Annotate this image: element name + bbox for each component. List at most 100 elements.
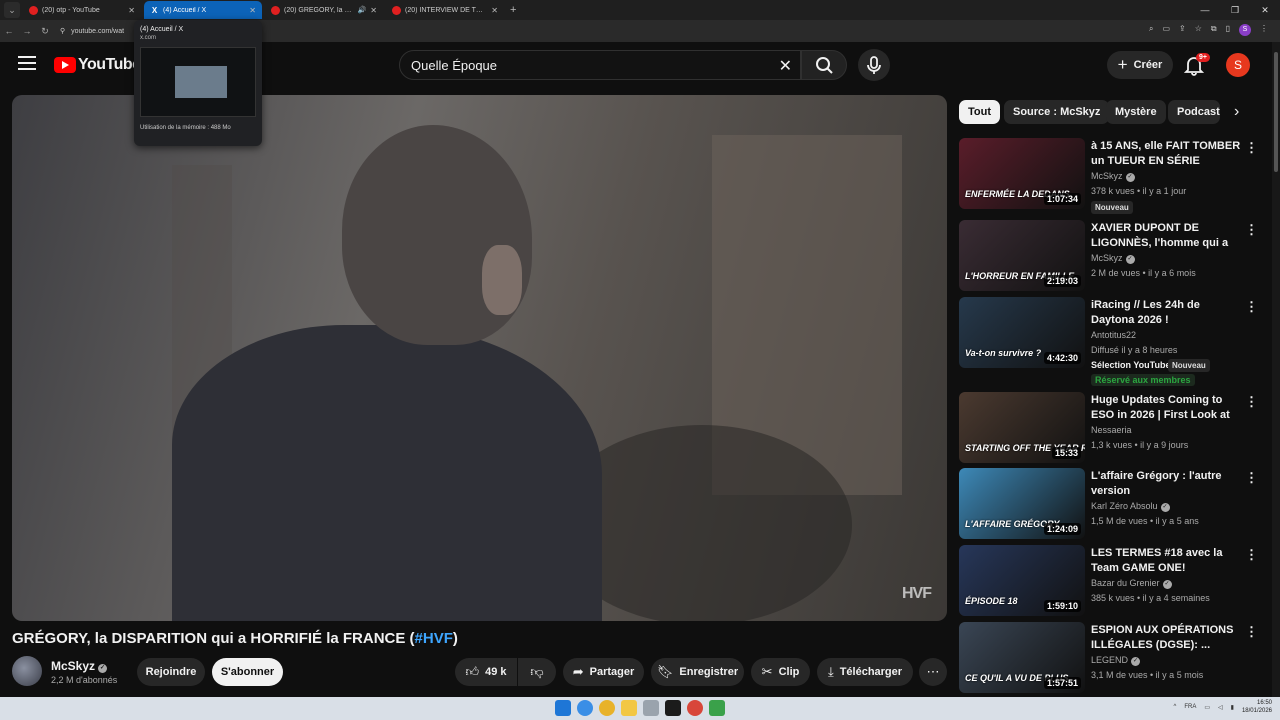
more-options-icon[interactable]: ⋮ xyxy=(1245,299,1258,315)
network-icon[interactable]: ▭ xyxy=(1204,704,1210,711)
tab-list-button[interactable]: ⌄ xyxy=(4,2,20,18)
tab-x-accueil[interactable]: X (4) Accueil / X ✕ xyxy=(144,1,262,19)
recommendation-channel[interactable]: LEGEND ✓ xyxy=(1091,655,1141,666)
video-thumbnail[interactable]: ENFERMÉE LA DEDANS 1:07:34 xyxy=(959,138,1085,209)
chip-source-mcskyz[interactable]: Source : McSkyz xyxy=(1004,100,1110,124)
recommendation-channel[interactable]: Karl Zéro Absolu ✓ xyxy=(1091,501,1170,512)
account-avatar[interactable]: S xyxy=(1226,53,1250,77)
recommendation-title[interactable]: à 15 ANS, elle FAIT TOMBER un TUEUR EN S… xyxy=(1091,139,1246,169)
search-input[interactable]: Quelle Époque ✕ xyxy=(399,50,801,80)
video-thumbnail[interactable]: L'AFFAIRE GRÉGORY 1:24:09 xyxy=(959,468,1085,539)
create-button[interactable]: + Créer xyxy=(1107,51,1173,79)
speaker-icon[interactable]: 🔊 xyxy=(358,6,367,14)
recommendation-title[interactable]: XAVIER DUPONT DE LIGONNÈS, l'homme qui a… xyxy=(1091,221,1246,251)
back-icon[interactable]: ← xyxy=(0,26,18,36)
tab-youtube-otp[interactable]: (20) otp - YouTube ✕ xyxy=(23,1,141,19)
more-options-icon[interactable]: ⋮ xyxy=(1245,222,1258,238)
more-actions-button[interactable]: ⋯ xyxy=(919,658,947,686)
close-icon[interactable]: ✕ xyxy=(370,6,377,15)
share-button[interactable]: ➦ Partager xyxy=(563,658,644,686)
download-button[interactable]: ⤓ Télécharger xyxy=(817,658,913,686)
browser-menu-icon[interactable]: ⋮ xyxy=(1260,24,1268,36)
recommendation-title[interactable]: ESPION AUX OPÉRATIONS ILLÉGALES (DGSE): … xyxy=(1091,623,1246,653)
edge-icon[interactable] xyxy=(577,700,593,716)
dislike-button[interactable]: 👎︎ xyxy=(518,658,556,686)
like-button[interactable]: 👍︎ 49 k xyxy=(455,658,517,686)
more-options-icon[interactable]: ⋮ xyxy=(1245,470,1258,486)
close-icon[interactable]: ✕ xyxy=(128,6,135,15)
chrome-icon[interactable] xyxy=(599,700,615,716)
video-player[interactable]: HVF xyxy=(12,95,947,621)
minimize-icon[interactable]: — xyxy=(1190,0,1220,20)
recommendation-item[interactable]: L'HORREUR EN FAMILLE 2:19:03 XAVIER DUPONT… xyxy=(959,220,1264,292)
address-bar[interactable]: ⚲ youtube.com/wat xyxy=(60,23,140,39)
video-thumbnail[interactable]: L'HORREUR EN FAMILLE 2:19:03 xyxy=(959,220,1085,291)
recommendation-title[interactable]: L'affaire Grégory : l'autre version xyxy=(1091,469,1246,499)
chip-podcast[interactable]: Podcast xyxy=(1168,100,1220,124)
tab-interview-twitch[interactable]: (20) INTERVIEW DE TWITCH GA ✕ xyxy=(386,1,504,19)
more-options-icon[interactable]: ⋮ xyxy=(1245,624,1258,640)
recommendation-item[interactable]: CE QU'IL A VU DE PLUS 1:57:51 ESPION AUX O… xyxy=(959,622,1264,694)
recommendation-title[interactable]: LES TERMES #18 avec la Team GAME ONE! xyxy=(1091,546,1246,576)
recommendation-channel[interactable]: Nessaeria xyxy=(1091,425,1132,435)
chip-mystere[interactable]: Mystère xyxy=(1106,100,1166,124)
page-scrollbar[interactable] xyxy=(1272,42,1280,697)
video-thumbnail[interactable]: Va-t-on survivre ? 4:42:30 xyxy=(959,297,1085,368)
terminal-icon[interactable] xyxy=(665,700,681,716)
maximize-icon[interactable]: ❐ xyxy=(1220,0,1250,20)
scrollbar-thumb[interactable] xyxy=(1274,52,1278,172)
hamburger-menu-icon[interactable] xyxy=(18,56,36,70)
channel-avatar[interactable] xyxy=(12,656,42,686)
clear-search-icon[interactable]: ✕ xyxy=(779,56,792,76)
extensions-icon[interactable]: ⧉ xyxy=(1211,24,1217,36)
taskbar-clock[interactable]: 16:50 18/01/2026 xyxy=(1242,699,1272,715)
recommendation-item[interactable]: L'AFFAIRE GRÉGORY 1:24:09 L'affaire Grégor… xyxy=(959,468,1264,540)
save-button[interactable]: 🔖︎ Enregistrer xyxy=(651,658,744,686)
recommendation-item[interactable]: STARTING OFF THE YEAR RIGHT15:33Huge Upd… xyxy=(959,392,1264,464)
zoom-icon[interactable]: ⌕ xyxy=(1149,24,1153,36)
recommendation-channel[interactable]: McSkyz ✓ xyxy=(1091,171,1135,182)
recommendation-title[interactable]: Huge Updates Coming to ESO in 2026 | Fir… xyxy=(1091,393,1246,423)
recorder-icon[interactable] xyxy=(687,700,703,716)
close-icon[interactable]: ✕ xyxy=(491,6,498,15)
hashtag-link[interactable]: #HVF xyxy=(415,630,453,647)
close-window-icon[interactable]: ✕ xyxy=(1250,0,1280,20)
recommendation-item[interactable]: Va-t-on survivre ? 4:42:30 iRacing // Les … xyxy=(959,297,1264,386)
recommendation-channel[interactable]: McSkyz ✓ xyxy=(1091,253,1135,264)
recommendation-title[interactable]: iRacing // Les 24h de Daytona 2026 ! xyxy=(1091,298,1246,328)
clip-button[interactable]: ✂ Clip xyxy=(751,658,810,686)
more-options-icon[interactable]: ⋮ xyxy=(1245,394,1258,410)
more-options-icon[interactable]: ⋮ xyxy=(1245,547,1258,563)
video-thumbnail[interactable]: STARTING OFF THE YEAR RIGHT15:33 xyxy=(959,392,1085,463)
battery-icon[interactable]: ▮ xyxy=(1231,704,1234,711)
search-button[interactable] xyxy=(801,50,847,80)
chevron-up-icon[interactable]: ^ xyxy=(1174,704,1177,710)
channel-name[interactable]: McSkyz ✓ xyxy=(51,659,108,673)
recommendation-channel[interactable]: Antotitus22 xyxy=(1091,330,1136,340)
file-explorer-icon[interactable] xyxy=(621,700,637,716)
recommendation-item[interactable]: ÉPISODE 18 1:59:10 LES TERMES #18 avec la … xyxy=(959,545,1264,617)
voice-search-button[interactable] xyxy=(858,49,890,81)
share-page-icon[interactable]: ⇪ xyxy=(1179,24,1186,36)
reload-icon[interactable]: ↻ xyxy=(36,26,54,37)
video-thumbnail[interactable]: CE QU'IL A VU DE PLUS 1:57:51 xyxy=(959,622,1085,693)
tab-gregory[interactable]: (20) GRÉGORY, la DISPARITI 🔊 ✕ xyxy=(265,1,383,19)
chevron-right-icon[interactable]: › xyxy=(1234,103,1239,121)
more-options-icon[interactable]: ⋮ xyxy=(1245,140,1258,156)
game-icon[interactable] xyxy=(709,700,725,716)
video-thumbnail[interactable]: ÉPISODE 18 1:59:10 xyxy=(959,545,1085,616)
volume-icon[interactable]: ◁ xyxy=(1218,704,1223,711)
subscribe-button[interactable]: S'abonner xyxy=(212,658,283,686)
close-icon[interactable]: ✕ xyxy=(249,6,256,15)
forward-icon[interactable]: → xyxy=(18,26,36,36)
language-indicator[interactable]: FRA xyxy=(1184,704,1196,710)
new-tab-button[interactable]: + xyxy=(510,4,516,16)
recommendation-channel[interactable]: Bazar du Grenier ✓ xyxy=(1091,578,1172,589)
site-info-icon[interactable]: ⚲ xyxy=(60,27,65,35)
join-button[interactable]: Rejoindre xyxy=(137,658,205,686)
recommendation-item[interactable]: ENFERMÉE LA DEDANS 1:07:34 à 15 ANS, elle … xyxy=(959,138,1264,214)
cast-icon[interactable]: ▭ xyxy=(1162,24,1170,36)
app-icon[interactable] xyxy=(643,700,659,716)
bookmark-star-icon[interactable]: ☆ xyxy=(1195,24,1202,36)
windows-start-icon[interactable] xyxy=(555,700,571,716)
